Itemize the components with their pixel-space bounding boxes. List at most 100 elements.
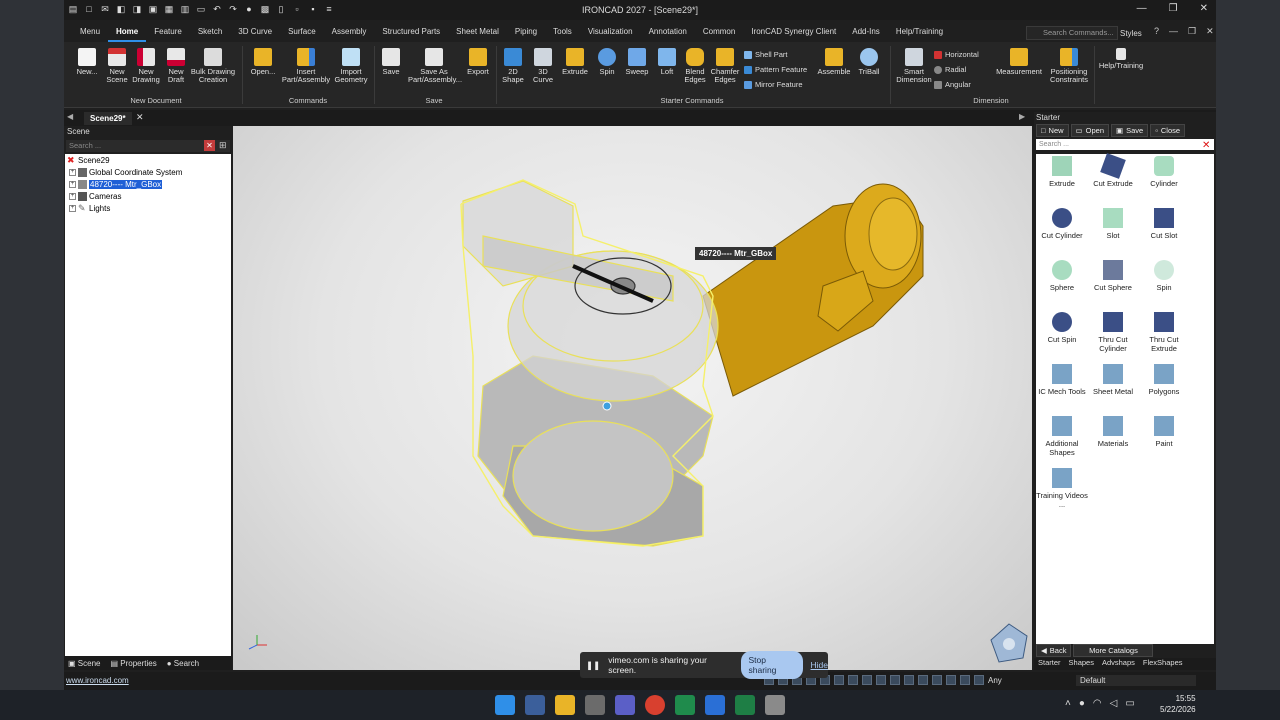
selection-filter-select[interactable]: Any (988, 676, 1002, 685)
expand-icon[interactable]: + (69, 205, 76, 212)
scroll-left-icon[interactable]: ◀ (67, 112, 73, 121)
catalog-item-materials[interactable]: Materials (1087, 416, 1139, 448)
excel-icon[interactable] (735, 695, 755, 715)
expand-icon[interactable]: + (69, 193, 76, 200)
catalog-new-button[interactable]: □ New (1036, 124, 1069, 137)
motor-body[interactable] (702, 183, 924, 397)
tab-scene29[interactable]: Scene29* (84, 112, 132, 125)
tab-advshaps[interactable]: Advshaps (1102, 658, 1135, 670)
filter-tool-icon[interactable] (848, 675, 858, 685)
tab-piping[interactable]: Piping (507, 22, 545, 42)
tree-item-scene[interactable]: ✖ Scene29 (67, 156, 110, 166)
catalog-item-cut-extrude[interactable]: Cut Extrude (1087, 153, 1139, 188)
tab-annotation[interactable]: Annotation (641, 22, 695, 42)
tab-visualization[interactable]: Visualization (580, 22, 641, 42)
catalog-item-sphere[interactable]: Sphere (1036, 260, 1088, 292)
filter-tool-icon[interactable] (932, 675, 942, 685)
catalog-item-paint[interactable]: Paint (1138, 416, 1190, 448)
angular-dimension-button[interactable]: Angular (934, 80, 971, 89)
clock[interactable]: 15:55 5/22/2026 (1160, 693, 1196, 715)
filter-icon[interactable]: ⊞ (219, 140, 227, 151)
tree-item-mtr-gbox[interactable]: +48720---- Mtr_GBox (69, 180, 163, 189)
catalog-item-spin[interactable]: Spin (1138, 260, 1190, 292)
tab-3d-curve[interactable]: 3D Curve (230, 22, 280, 42)
tab-tools[interactable]: Tools (545, 22, 580, 42)
chamfer-edges-button[interactable]: Chamfer Edges (710, 48, 740, 84)
tree-item-lights[interactable]: + ✎ Lights (69, 204, 110, 213)
hide-link[interactable]: Hide (811, 660, 828, 670)
stop-sharing-button[interactable]: Stop sharing (740, 651, 803, 679)
ribbon-close-icon[interactable]: ✕ (1206, 26, 1214, 37)
snipping-icon[interactable] (585, 695, 605, 715)
tab-help-training[interactable]: Help/Training (888, 22, 951, 42)
catalog-item-ic-mech-tools[interactable]: IC Mech Tools (1036, 364, 1088, 396)
catalog-item-slot[interactable]: Slot (1087, 208, 1139, 240)
more-catalogs-button[interactable]: More Catalogs (1073, 644, 1154, 657)
insert-part-assembly-button[interactable]: Insert Part/Assembly (280, 48, 332, 84)
filter-tool-icon[interactable] (876, 675, 886, 685)
expand-icon[interactable]: + (69, 181, 76, 188)
bulk-drawing-creation-button[interactable]: Bulk Drawing Creation (190, 48, 236, 84)
tab-sketch[interactable]: Sketch (190, 22, 230, 42)
tab-properties[interactable]: ▤ Properties (110, 659, 156, 668)
catalog-item-polygons[interactable]: Polygons (1138, 364, 1190, 396)
sweep-button[interactable]: Sweep (622, 48, 652, 76)
tab-menu[interactable]: Menu (64, 22, 108, 42)
horizontal-dimension-button[interactable]: Horizontal (934, 50, 979, 59)
catalog-close-button[interactable]: ▫ Close (1150, 124, 1186, 137)
search-commands-input[interactable]: Search Commands... (1026, 26, 1118, 40)
positioning-constraints-button[interactable]: Positioning Constraints (1044, 48, 1094, 84)
website-link[interactable]: www.ironcad.com (66, 676, 129, 685)
triball-button[interactable]: TriBall (854, 48, 884, 76)
ribbon-restore-icon[interactable]: ❐ (1188, 26, 1196, 37)
tab-shapes[interactable]: Shapes (1069, 658, 1094, 670)
teams-icon[interactable] (615, 695, 635, 715)
catalog-item-thru-cut-extrude[interactable]: Thru Cut Extrude (1138, 312, 1190, 353)
styles-menu[interactable]: Styles (1120, 29, 1142, 38)
mirror-feature-button[interactable]: Mirror Feature (744, 80, 803, 89)
tab-ironcad-synergy-client[interactable]: IronCAD Synergy Client (743, 22, 844, 42)
catalog-item-cylinder[interactable]: Cylinder (1138, 156, 1190, 188)
new-draft-button[interactable]: New Draft (161, 48, 191, 84)
chevron-up-icon[interactable]: ˄ (1065, 698, 1071, 709)
tab-search[interactable]: ● Search (167, 659, 199, 668)
tab-surface[interactable]: Surface (280, 22, 324, 42)
catalog-item-cut-slot[interactable]: Cut Slot (1138, 208, 1190, 240)
catalog-item-cut-spin[interactable]: Cut Spin (1036, 312, 1088, 344)
app-icon[interactable] (675, 695, 695, 715)
expand-icon[interactable]: + (69, 169, 76, 176)
catalog-save-button[interactable]: ▣ Save (1111, 124, 1149, 137)
tab-add-ins[interactable]: Add-Ins (844, 22, 888, 42)
wifi-icon[interactable]: ◠ (1093, 698, 1102, 709)
smart-dimension-button[interactable]: Smart Dimension (894, 48, 934, 84)
catalog-item-cut-cylinder[interactable]: Cut Cylinder (1036, 208, 1088, 240)
clear-search-icon[interactable]: ✕ (1202, 140, 1210, 151)
catalog-item-thru-cut-cylinder[interactable]: Thru Cut Cylinder (1087, 312, 1139, 353)
tab-starter[interactable]: Starter (1038, 658, 1061, 670)
filter-tool-icon[interactable] (904, 675, 914, 685)
tab-common[interactable]: Common (695, 22, 743, 42)
tab-scene[interactable]: ▣ Scene (68, 659, 100, 668)
restore-icon[interactable]: ❐ (1169, 3, 1178, 14)
assemble-button[interactable]: Assemble (816, 48, 852, 76)
tab-assembly[interactable]: Assembly (324, 22, 375, 42)
filter-tool-icon[interactable] (890, 675, 900, 685)
widgets-icon[interactable] (525, 695, 545, 715)
tree-item-cameras[interactable]: + Cameras (69, 192, 121, 201)
close-icon[interactable]: ✕ (136, 112, 144, 123)
2d-shape-button[interactable]: 2D Shape (498, 48, 528, 84)
chrome-icon[interactable] (645, 695, 665, 715)
close-icon[interactable]: ✕ (1200, 3, 1208, 14)
tab-structured-parts[interactable]: Structured Parts (374, 22, 448, 42)
gearbox-housing[interactable] (462, 180, 719, 547)
style-select[interactable]: Default (1076, 675, 1196, 686)
volume-icon[interactable]: ◁ (1110, 698, 1118, 709)
tab-flexshapes[interactable]: FlexShapes (1143, 658, 1183, 670)
start-icon[interactable] (495, 695, 515, 715)
catalog-item-cut-sphere[interactable]: Cut Sphere (1087, 260, 1139, 292)
shell-part-button[interactable]: Shell Part (744, 50, 788, 59)
save-button[interactable]: Save (376, 48, 406, 76)
export-button[interactable]: Export (463, 48, 493, 76)
gearbox-model[interactable] (233, 126, 1032, 670)
filter-tool-icon[interactable] (946, 675, 956, 685)
